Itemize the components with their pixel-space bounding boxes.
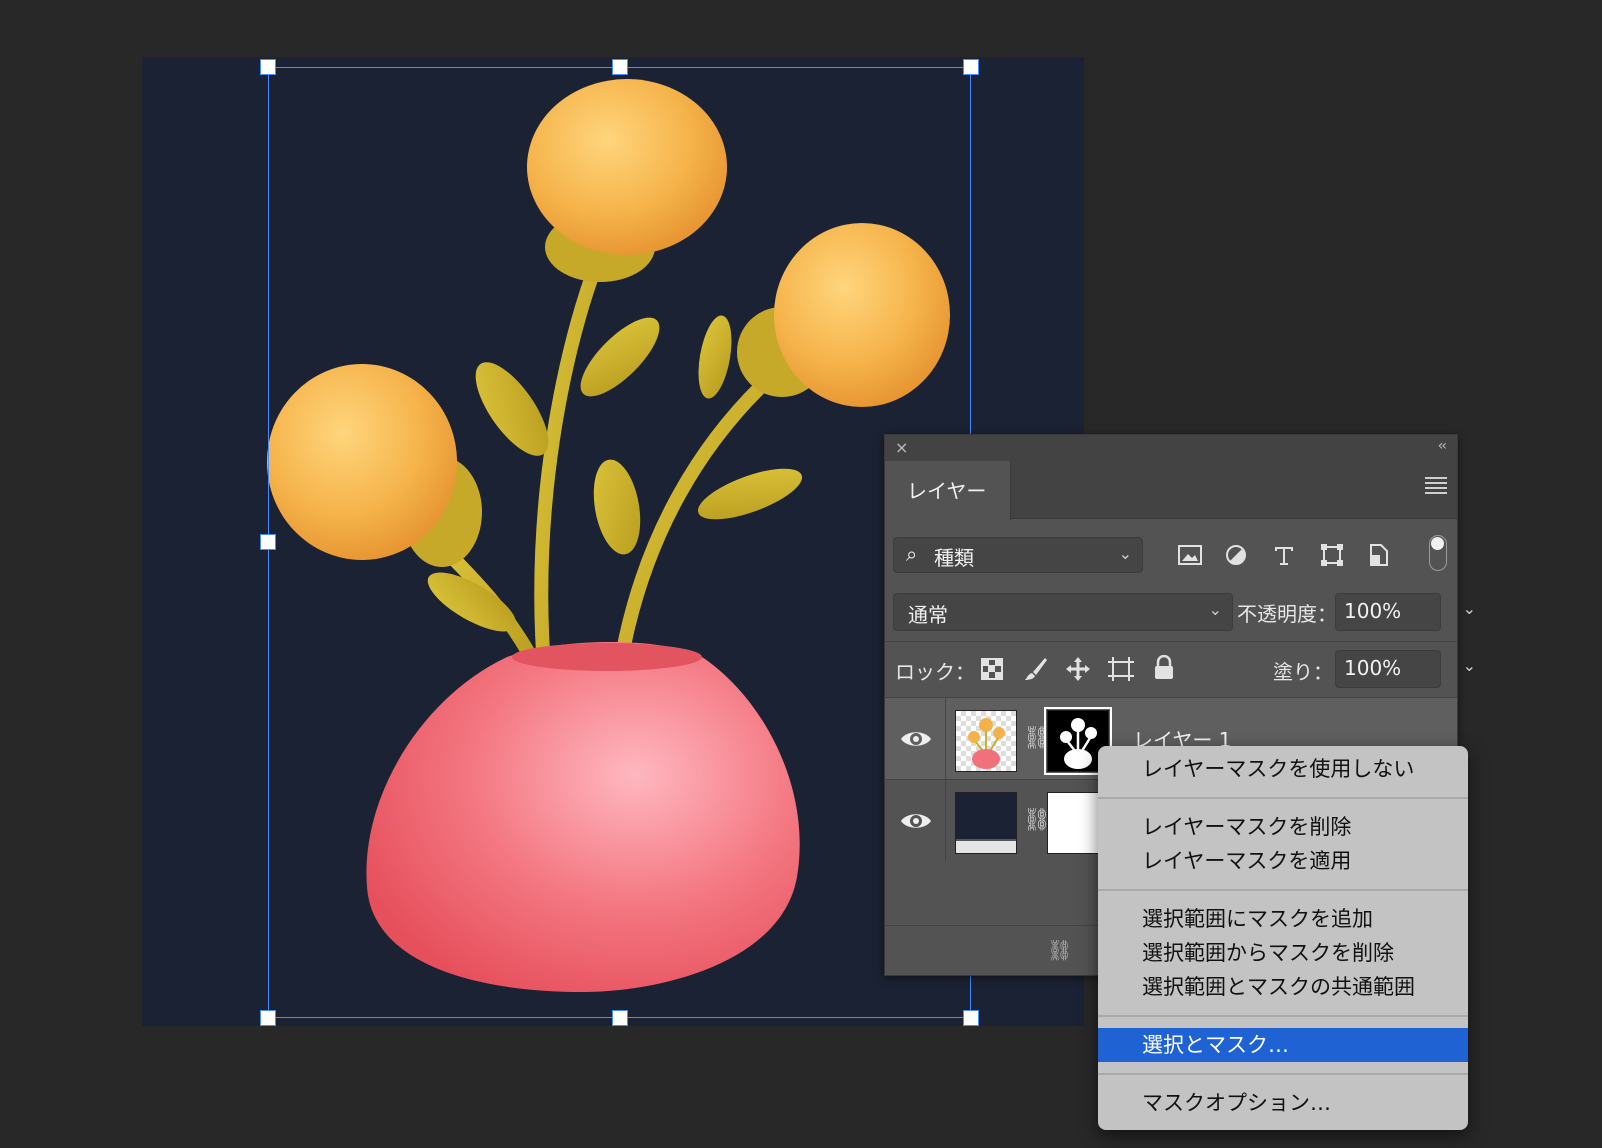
filter-kind-label: 種類 <box>934 546 974 570</box>
fill-label: 塗り： <box>1273 660 1333 684</box>
adjustment-layer-filter-icon[interactable] <box>1219 538 1253 572</box>
panel-tab-bar: レイヤー <box>885 461 1457 520</box>
menu-item-delete-layer-mask[interactable]: レイヤーマスクを削除 <box>1098 810 1468 844</box>
thumbnail-footer <box>956 839 1016 853</box>
chevron-down-icon: ⌄ <box>1208 600 1222 619</box>
collapse-icon[interactable]: ‹‹ <box>1438 438 1447 454</box>
chevron-down-icon: ⌄ <box>1118 544 1132 563</box>
vase <box>366 642 800 992</box>
transform-handle-top-left[interactable] <box>260 59 276 75</box>
menu-item-mask-options[interactable]: マスクオプション… <box>1098 1086 1468 1120</box>
transform-handle-top-center[interactable] <box>612 59 628 75</box>
layer-thumbnail-artwork <box>968 718 1005 769</box>
menu-item-disable-layer-mask[interactable]: レイヤーマスクを使用しない <box>1098 752 1468 786</box>
panel-title-bar: × ‹‹ <box>885 435 1457 461</box>
chevron-down-icon[interactable]: ⌄ <box>1463 599 1476 618</box>
menu-separator <box>1098 889 1468 891</box>
menu-separator <box>1098 797 1468 799</box>
menu-item-subtract-mask-from-selection[interactable]: 選択範囲からマスクを削除 <box>1098 936 1468 970</box>
lock-position-icon[interactable] <box>1065 656 1091 682</box>
vase-opening <box>512 643 702 671</box>
eye-column-divider <box>945 780 946 861</box>
opacity-value: 100% <box>1344 599 1402 623</box>
lock-fill-row: ロック： 塗り： 100% ⌄ <box>885 641 1476 695</box>
eye-column-divider <box>945 698 946 779</box>
blend-mode-value: 通常 <box>908 603 948 627</box>
chevron-down-icon[interactable]: ⌄ <box>1463 656 1476 675</box>
fill-field[interactable]: 100% ⌄ <box>1335 650 1476 688</box>
lock-label: ロック： <box>895 660 975 684</box>
lock-all-icon[interactable] <box>1153 655 1175 681</box>
menu-separator <box>1098 1073 1468 1075</box>
search-icon: ⌕ <box>906 542 918 566</box>
transform-handle-bottom-right[interactable] <box>963 1010 979 1026</box>
lock-image-pixels-icon[interactable] <box>1023 656 1049 682</box>
transform-handle-bottom-left[interactable] <box>260 1010 276 1026</box>
menu-item-add-mask-to-selection[interactable]: 選択範囲にマスクを追加 <box>1098 902 1468 936</box>
pixel-layer-filter-icon[interactable] <box>1173 538 1207 572</box>
opacity-label: 不透明度： <box>1237 602 1337 626</box>
transform-handle-top-right[interactable] <box>963 59 979 75</box>
visibility-eye-icon[interactable] <box>899 726 933 752</box>
menu-separator <box>1098 1015 1468 1017</box>
mask-context-menu: レイヤーマスクを使用しない レイヤーマスクを削除 レイヤーマスクを適用 選択範囲… <box>1098 746 1468 1130</box>
lock-artboard-icon[interactable] <box>1107 656 1135 682</box>
menu-item-intersect-mask-with-selection[interactable]: 選択範囲とマスクの共通範囲 <box>1098 970 1468 1004</box>
filter-toggle-switch[interactable] <box>1429 535 1447 571</box>
smart-object-filter-icon[interactable] <box>1361 538 1395 572</box>
transform-handle-middle-left[interactable] <box>260 534 276 550</box>
menu-item-apply-layer-mask[interactable]: レイヤーマスクを適用 <box>1098 844 1468 878</box>
blend-mode-dropdown[interactable]: 通常 ⌄ <box>893 593 1233 631</box>
link-layers-icon[interactable]: ⛓ <box>1047 938 1072 962</box>
layer-filter-dropdown[interactable]: ⌕ 種類 ⌄ <box>893 537 1143 573</box>
type-layer-filter-icon[interactable] <box>1267 538 1301 572</box>
visibility-eye-icon[interactable] <box>899 808 933 834</box>
lock-transparent-pixels-icon[interactable] <box>981 658 1003 680</box>
layer-thumbnail[interactable] <box>955 710 1017 772</box>
menu-item-select-and-mask[interactable]: 選択とマスク… <box>1098 1028 1468 1062</box>
shape-layer-filter-icon[interactable] <box>1315 538 1349 572</box>
transform-handle-bottom-center[interactable] <box>612 1010 628 1026</box>
layer-thumbnail[interactable] <box>955 792 1017 854</box>
close-icon[interactable]: × <box>895 438 908 457</box>
panel-menu-icon[interactable] <box>1425 477 1447 497</box>
opacity-field[interactable]: 100% ⌄ <box>1335 593 1476 631</box>
fill-value: 100% <box>1344 656 1402 680</box>
tab-layers[interactable]: レイヤー <box>885 461 1011 520</box>
